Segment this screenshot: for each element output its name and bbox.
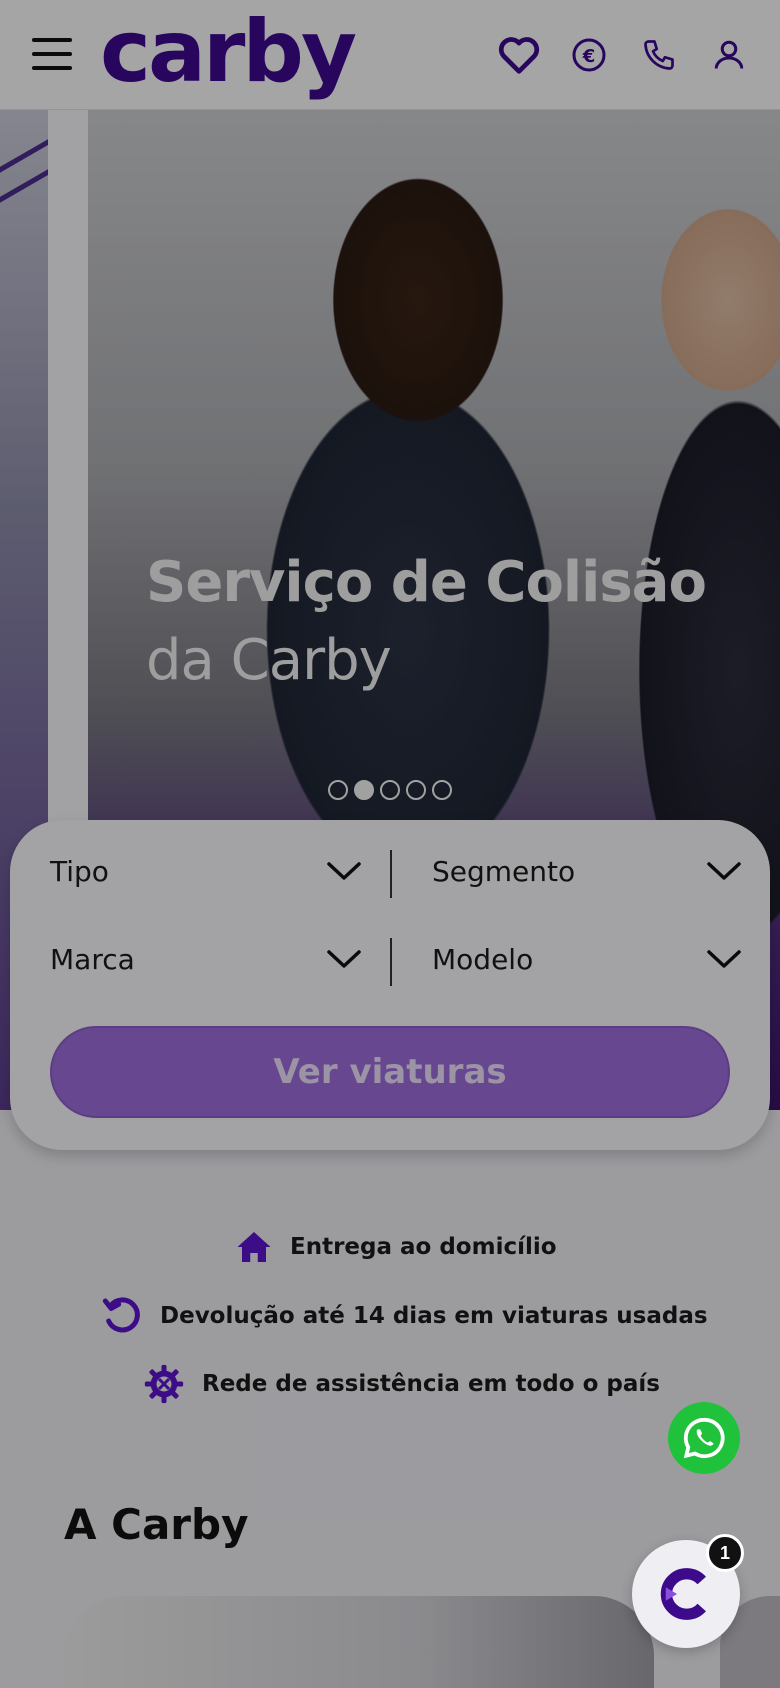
heart-icon[interactable] [496, 32, 542, 78]
menu-icon[interactable] [32, 38, 72, 72]
phone-icon[interactable] [636, 32, 682, 78]
about-card-image[interactable] [64, 1596, 654, 1688]
marca-dropdown[interactable]: Marca [50, 934, 362, 984]
chat-notification-badge: 1 [706, 1534, 744, 1572]
svg-text:€: € [582, 46, 596, 67]
hero-title: Serviço de Colisão [146, 550, 707, 615]
carousel-dots [328, 780, 452, 800]
top-header: carby € [0, 0, 780, 110]
carousel-dot[interactable] [328, 780, 348, 800]
carousel-dot[interactable] [432, 780, 452, 800]
return-icon [102, 1297, 140, 1333]
carousel-dot[interactable] [380, 780, 400, 800]
about-title: A Carby [64, 1500, 249, 1549]
segmento-dropdown[interactable]: Segmento [432, 846, 742, 896]
carby-chat-icon [660, 1568, 706, 1620]
feature-text: Rede de assistência em todo o país [202, 1371, 660, 1397]
whatsapp-icon [683, 1417, 725, 1459]
feature-home-delivery: Entrega ao domicílio [236, 1230, 557, 1264]
carousel-dot[interactable] [406, 780, 426, 800]
modelo-dropdown[interactable]: Modelo [432, 934, 742, 984]
vehicle-search-card: Tipo Segmento Marca Modelo Ver viaturas [10, 820, 770, 1150]
euro-icon[interactable]: € [566, 32, 612, 78]
marca-label: Marca [50, 942, 135, 976]
home-icon [237, 1232, 271, 1262]
chevron-down-icon [327, 862, 361, 880]
ver-viaturas-button[interactable]: Ver viaturas [50, 1026, 730, 1118]
hero-subtitle: da Carby [146, 628, 392, 693]
modelo-label: Modelo [432, 942, 534, 976]
chevron-down-icon [707, 862, 741, 880]
carby-logo[interactable]: carby [100, 2, 357, 102]
feature-text: Devolução até 14 dias em viaturas usadas [160, 1303, 708, 1329]
carousel-dot-active[interactable] [354, 780, 374, 800]
feature-assistance-network: Rede de assistência em todo o país [144, 1364, 660, 1404]
tipo-dropdown[interactable]: Tipo [50, 846, 362, 896]
chevron-down-icon [327, 950, 361, 968]
gear-icon [144, 1364, 184, 1404]
feature-text: Entrega ao domicílio [290, 1234, 557, 1260]
whatsapp-button[interactable] [668, 1402, 740, 1474]
chevron-down-icon [707, 950, 741, 968]
segmento-label: Segmento [432, 854, 576, 888]
user-icon[interactable] [706, 32, 752, 78]
tipo-label: Tipo [50, 854, 109, 888]
feature-return-policy: Devolução até 14 dias em viaturas usadas [102, 1296, 708, 1336]
